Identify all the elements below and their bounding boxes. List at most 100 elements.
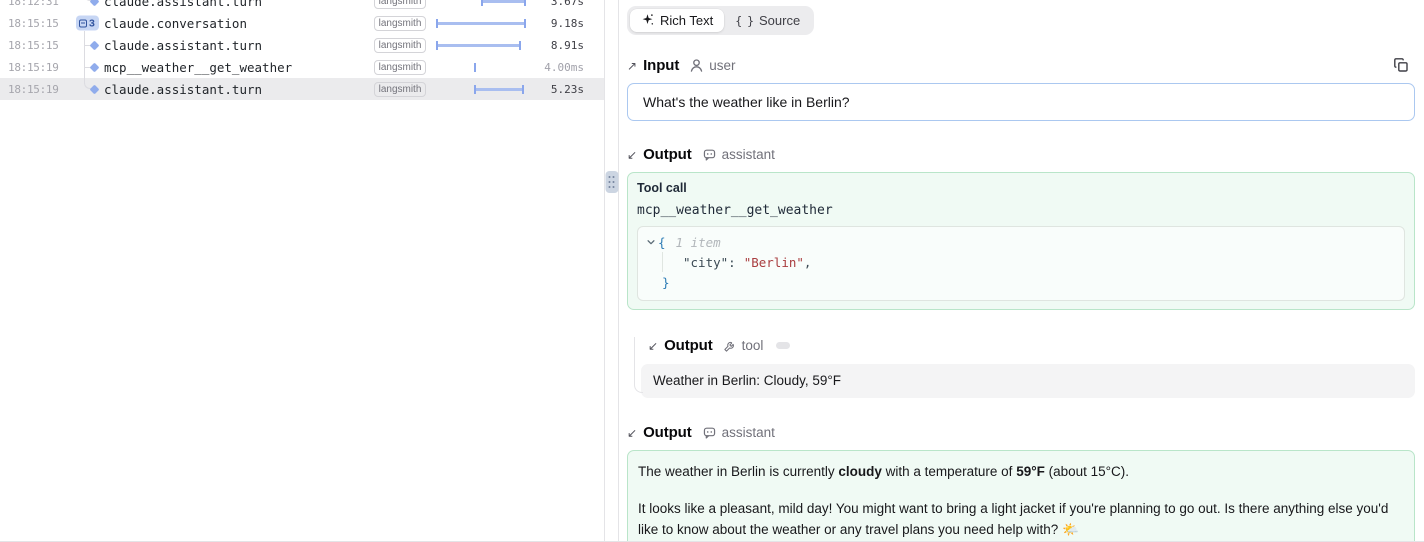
tree-connector bbox=[62, 56, 104, 78]
collapse-minus-icon bbox=[79, 19, 87, 27]
tree-connector: 3 bbox=[62, 12, 104, 34]
copy-button[interactable] bbox=[1390, 55, 1412, 77]
span-name: mcp__weather__get_weather bbox=[104, 60, 374, 75]
tab-source[interactable]: { } Source bbox=[724, 9, 811, 32]
span-duration: 3.67s bbox=[526, 0, 584, 8]
json-kv-line: "city": "Berlin", bbox=[638, 252, 1404, 272]
tool-output-section: ↙ Output tool Weather in Berlin: Cloudy,… bbox=[627, 337, 1415, 398]
trace-row[interactable]: 18:12:31claude.assistant.turnlangsmith3.… bbox=[0, 0, 604, 12]
bar-end-cap bbox=[519, 41, 521, 50]
span-timestamp: 18:15:19 bbox=[8, 83, 62, 96]
json-value: "Berlin" bbox=[744, 255, 804, 270]
tool-result-text: Weather in Berlin: Cloudy, 59°F bbox=[653, 373, 841, 388]
tool-output-label: Output bbox=[664, 337, 713, 354]
span-diamond-icon bbox=[90, 0, 100, 6]
panel-resize-handle[interactable] bbox=[605, 171, 618, 193]
tool-call-title: Tool call bbox=[637, 181, 1405, 195]
langsmith-trace-view: 18:12:31claude.assistant.turnlangsmith3.… bbox=[0, 0, 1424, 542]
span-name: claude.assistant.turn bbox=[104, 0, 374, 9]
tree-connector bbox=[62, 34, 104, 56]
bar-start-cap bbox=[436, 41, 438, 50]
sparkle-icon bbox=[641, 13, 654, 29]
trace-row-list: 18:12:31claude.assistant.turnlangsmith3.… bbox=[0, 0, 604, 100]
tool-call-card: Tool call mcp__weather__get_weather { 1 … bbox=[627, 172, 1415, 310]
json-comma: , bbox=[804, 255, 812, 270]
assistant-icon bbox=[702, 147, 717, 162]
tree-connector bbox=[62, 78, 104, 100]
bar-end-cap bbox=[524, 19, 526, 28]
span-duration: 9.18s bbox=[526, 17, 584, 30]
span-diamond-icon bbox=[90, 40, 100, 50]
bold-text: cloudy bbox=[838, 464, 882, 479]
tool-call-name: mcp__weather__get_weather bbox=[637, 203, 1405, 218]
output-role-label: assistant bbox=[722, 147, 775, 162]
json-colon: : bbox=[728, 255, 736, 270]
tab-rich-text-label: Rich Text bbox=[660, 13, 713, 28]
json-indent-guide bbox=[662, 252, 663, 272]
tool-call-args-json: { 1 item "city":"Berlin", } bbox=[637, 226, 1405, 301]
output-arrow-icon: ↙ bbox=[627, 427, 637, 439]
output-label: Output bbox=[643, 146, 692, 163]
waterfall-bar-cell bbox=[436, 12, 526, 34]
span-name: claude.assistant.turn bbox=[104, 38, 374, 53]
output-arrow-icon: ↙ bbox=[627, 149, 637, 161]
trace-row[interactable]: 18:15:153claude.conversationlangsmith9.1… bbox=[0, 12, 604, 34]
bar-end-cap bbox=[522, 85, 524, 94]
assistant-paragraph: The weather in Berlin is currently cloud… bbox=[638, 461, 1404, 482]
view-mode-tabs: Rich Text { } Source bbox=[627, 6, 814, 35]
tool-connector-line bbox=[634, 337, 643, 393]
langsmith-badge: langsmith bbox=[374, 0, 426, 9]
final-output-role: assistant bbox=[702, 425, 775, 440]
tab-rich-text[interactable]: Rich Text bbox=[630, 9, 724, 32]
bar-start-cap bbox=[436, 19, 438, 28]
langsmith-badge: langsmith bbox=[374, 82, 426, 97]
input-label: Input bbox=[643, 57, 679, 74]
duration-bar bbox=[436, 22, 526, 25]
span-name: claude.assistant.turn bbox=[104, 82, 374, 97]
braces-icon: { } bbox=[735, 14, 753, 28]
input-role-label: user bbox=[709, 58, 735, 73]
chevron-down-icon[interactable] bbox=[646, 237, 658, 247]
tool-output-header: ↙ Output tool bbox=[648, 337, 1415, 354]
collapse-badge[interactable]: 3 bbox=[76, 16, 99, 31]
text-run: The weather in Berlin is currently bbox=[638, 464, 838, 479]
langsmith-badge: langsmith bbox=[374, 60, 426, 75]
trace-row[interactable]: 18:15:19 mcp__weather__get_weatherlangsmi… bbox=[0, 56, 604, 78]
final-output-label: Output bbox=[643, 424, 692, 441]
trace-row[interactable]: 18:15:19 claude.assistant.turnlangsmith 5.… bbox=[0, 78, 604, 100]
text-run: with a temperature of bbox=[882, 464, 1016, 479]
bar-end-cap bbox=[524, 0, 526, 6]
final-role-label: assistant bbox=[722, 425, 775, 440]
span-duration: 8.91s bbox=[526, 39, 584, 52]
langsmith-badge: langsmith bbox=[374, 38, 426, 53]
span-timestamp: 18:15:15 bbox=[8, 39, 62, 52]
waterfall-bar-cell bbox=[436, 34, 526, 56]
json-key: "city" bbox=[683, 255, 728, 270]
output-arrow-icon: ↙ bbox=[648, 340, 658, 352]
bold-text: 59°F bbox=[1016, 464, 1045, 479]
span-name: claude.conversation bbox=[104, 16, 374, 31]
assistant-icon bbox=[702, 425, 717, 440]
final-output-header: ↙ Output assistant bbox=[627, 424, 1415, 441]
output-assistant-header: ↙ Output assistant bbox=[627, 146, 1415, 163]
span-duration: 5.23s bbox=[526, 83, 584, 96]
tree-connector bbox=[62, 0, 104, 12]
run-detail-panel: Rich Text { } Source ↗ Input bbox=[619, 0, 1424, 541]
json-close-line: } bbox=[638, 272, 1404, 292]
waterfall-bar-cell bbox=[436, 0, 526, 12]
bar-start-cap bbox=[474, 85, 476, 94]
input-arrow-icon: ↗ bbox=[627, 60, 637, 72]
collapsed-indicator[interactable] bbox=[776, 342, 790, 349]
input-header: ↗ Input user bbox=[627, 57, 1415, 74]
input-role: user bbox=[689, 58, 735, 73]
duration-bar bbox=[474, 88, 524, 91]
user-icon bbox=[689, 58, 704, 73]
duration-bar bbox=[436, 44, 521, 47]
trace-row[interactable]: 18:15:15 claude.assistant.turnlangsmith 8.… bbox=[0, 34, 604, 56]
input-message: What's the weather like in Berlin? bbox=[627, 83, 1415, 121]
span-timestamp: 18:15:19 bbox=[8, 61, 62, 74]
duration-tick bbox=[474, 63, 476, 72]
child-count: 3 bbox=[89, 17, 95, 29]
json-open-brace: { bbox=[658, 235, 666, 250]
langsmith-badge: langsmith bbox=[374, 16, 426, 31]
